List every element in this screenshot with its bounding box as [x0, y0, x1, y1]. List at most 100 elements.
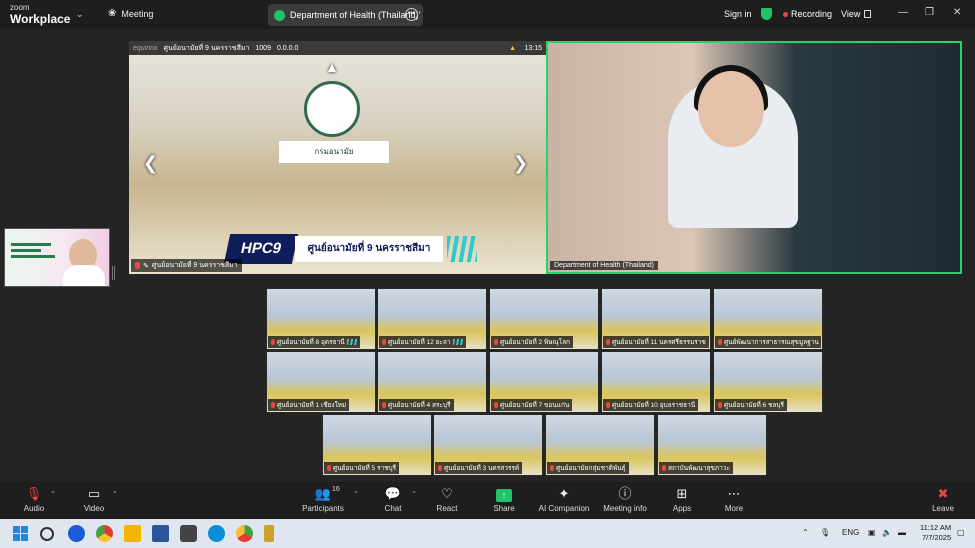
- security-shield-icon[interactable]: [761, 8, 772, 20]
- chat-button[interactable]: 💬 Chat: [378, 485, 408, 513]
- video-tile-hpc9[interactable]: กรมอนามัย equinox ศูนย์อนามัยที่ 9 นครรา…: [129, 41, 546, 274]
- video-button[interactable]: ▭ Video: [80, 485, 108, 513]
- react-button[interactable]: ♡ React: [431, 485, 463, 513]
- tile-name: ศูนย์อนามัยที่ 3 นครสวรรค์: [444, 465, 520, 472]
- ai-companion-button[interactable]: ✦ AI Companion: [536, 485, 592, 513]
- tile-stripes: [346, 339, 357, 345]
- mic-muted-icon: [135, 262, 140, 269]
- more-options-icon[interactable]: •••: [405, 8, 418, 21]
- pencil-app-icon[interactable]: [264, 525, 274, 542]
- mic-muted-icon: [606, 402, 610, 408]
- participants-options-chevron-icon[interactable]: ⌃: [353, 490, 359, 498]
- gallery-tile[interactable]: ศูนย์อนามัยที่ 11 นครศรีธรรมราช: [601, 288, 711, 350]
- gallery-tile[interactable]: ศูนย์อนามัยที่ 2 พิษณุโลก: [489, 288, 599, 350]
- logo-workplace-text: Workplace: [10, 12, 71, 26]
- sign-in-link[interactable]: Sign in: [724, 9, 752, 19]
- view-button[interactable]: View: [841, 9, 872, 19]
- gallery-tile[interactable]: ศูนย์อนามัยที่ 12 ยะลา: [377, 288, 487, 350]
- gallery-tile[interactable]: ศูนย์อนามัยที่ 4 สระบุรี: [377, 351, 487, 413]
- gallery-tile[interactable]: ศูนย์อนามัยที่ 7 ขอนแก่น: [489, 351, 599, 413]
- gallery-tile[interactable]: ศูนย์อนามัยที่ 1 เชียงใหม่: [266, 351, 376, 413]
- meeting-info-button[interactable]: ⓘ Meeting info: [600, 485, 650, 513]
- gallery-tile[interactable]: ศูนย์อนามัยกลุ่มชาติพันธุ์: [545, 414, 655, 476]
- chrome-profile-icon[interactable]: [236, 525, 253, 542]
- tile-label: ศูนย์อนามัยกลุ่มชาติพันธุ์: [547, 462, 629, 474]
- leave-button[interactable]: ✖ Leave: [928, 485, 958, 513]
- self-view-graphic: [11, 243, 59, 267]
- department-sign: กรมอนามัย: [279, 141, 389, 163]
- word-icon[interactable]: [152, 525, 169, 542]
- restore-icon[interactable]: ❐: [925, 7, 934, 18]
- recording-indicator[interactable]: Recording: [783, 9, 832, 19]
- video-stage: กรมอนามัย equinox ศูนย์อนามัยที่ 9 นครรา…: [0, 29, 975, 482]
- chevron-down-icon[interactable]: ⌄: [76, 9, 84, 20]
- apps-icon: ⊞: [676, 486, 688, 501]
- chat-options-chevron-icon[interactable]: ⌃: [411, 490, 417, 498]
- minimize-icon[interactable]: —: [898, 7, 908, 18]
- sparkle-icon: ✦: [558, 486, 570, 501]
- chat-icon: 💬: [384, 486, 402, 501]
- gallery-tile[interactable]: ศูนย์พัฒนาการสาธารณสุขมูลฐาน: [713, 288, 823, 350]
- share-button[interactable]: ↑ Share: [488, 485, 520, 513]
- tile-label: ศูนย์พัฒนาการสาธารณสุขมูลฐาน: [715, 336, 821, 348]
- windows-taskbar: ⌃ 🎙 ENG ▣ 🔈 ▬ 11:12 AM 7/7/2025 ▢: [0, 519, 975, 548]
- zoom-logo[interactable]: zoom Workplace: [10, 4, 71, 26]
- self-view-thumbnail[interactable]: [4, 228, 110, 287]
- leave-icon: ✖: [937, 486, 949, 501]
- video-tile-active-speaker[interactable]: Department of Health (Thailand): [546, 41, 962, 274]
- meeting-toolbar: 🎙 Audio ⌃ ▭ Video ⌃ 👥 Participants 16 ⌃ …: [0, 482, 975, 519]
- tile-label: ศูนย์อนามัยที่ 5 ราชบุรี: [324, 462, 400, 474]
- tile-name: ศูนย์อนามัยที่ 1 เชียงใหม่: [277, 402, 347, 409]
- clock-time: 11:12 AM: [920, 523, 952, 532]
- shield-icon: [274, 9, 285, 21]
- language-indicator[interactable]: ENG: [842, 528, 859, 537]
- view-label: View: [841, 9, 861, 19]
- gallery-tile[interactable]: ศูนย์อนามัยที่ 3 นครสวรรค์: [433, 414, 543, 476]
- participant-name: Department of Health (Thailand): [554, 262, 654, 269]
- mic-muted-icon: [550, 465, 554, 471]
- tile-name: ศูนย์อนามัยที่ 10 อุบลราชธานี: [612, 402, 696, 409]
- more-button[interactable]: ⋯ More: [720, 485, 748, 513]
- search-icon[interactable]: [40, 527, 54, 541]
- tile-label: ศูนย์อนามัยที่ 6 ชลบุรี: [715, 399, 787, 411]
- gallery-tile[interactable]: ศูนย์อนามัยที่ 10 อุบลราชธานี: [601, 351, 711, 413]
- zoom-app-icon[interactable]: [68, 525, 85, 542]
- tray-mic-icon[interactable]: 🎙: [820, 528, 830, 537]
- gallery-tile[interactable]: ศูนย์อนามัยที่ 6 ชลบุรี: [713, 351, 823, 413]
- edge-icon[interactable]: [208, 525, 225, 542]
- mic-muted-icon: [382, 402, 386, 408]
- meeting-info-label: Meeting info: [603, 504, 647, 513]
- audio-label: Audio: [23, 504, 45, 513]
- camera-icon: ▭: [87, 486, 101, 501]
- audio-options-chevron-icon[interactable]: ⌃: [50, 490, 56, 498]
- resize-handle[interactable]: [112, 266, 115, 280]
- windows-start-icon[interactable]: [13, 526, 28, 541]
- mic-muted-icon: [494, 339, 498, 345]
- battery-icon[interactable]: ▬: [898, 528, 906, 537]
- audio-button[interactable]: 🎙 Audio: [20, 485, 48, 513]
- volume-icon[interactable]: 🔈: [882, 528, 892, 537]
- chevron-left-icon: ❮: [143, 153, 159, 173]
- file-explorer-icon[interactable]: [124, 525, 141, 542]
- tile-label: ศูนย์อนามัยที่ 2 พิษณุโลก: [491, 336, 573, 348]
- info-icon: ⓘ: [618, 486, 632, 501]
- mic-muted-icon: [718, 339, 722, 345]
- gallery-tile[interactable]: สถาบันพัฒนาสุขภาวะ: [657, 414, 767, 476]
- meeting-title-tab[interactable]: Department of Health (Thailand)' •••: [268, 4, 423, 26]
- gallery-tile[interactable]: ศูนย์อนามัยที่ 5 ราชบุรี: [322, 414, 432, 476]
- gallery-tile[interactable]: ศูนย์อนามัยที่ 8 อุดรธานี: [266, 288, 376, 350]
- camera-app-icon[interactable]: [180, 525, 197, 542]
- tray-chevron-icon[interactable]: ⌃: [802, 528, 809, 537]
- network-icon[interactable]: ▣: [868, 528, 876, 537]
- system-clock[interactable]: 11:12 AM 7/7/2025: [920, 523, 951, 543]
- notification-icon[interactable]: ▢: [957, 528, 965, 537]
- osd-brand: equinox: [133, 44, 158, 52]
- department-emblem: [304, 81, 360, 137]
- meeting-menu-button[interactable]: ❀ Meeting: [108, 8, 153, 19]
- video-options-chevron-icon[interactable]: ⌃: [112, 490, 118, 498]
- hpc9-banner: HPC9 ศูนย์อนามัยที่ 9 นครราชสีมา: [223, 234, 487, 268]
- close-icon[interactable]: ✕: [953, 7, 961, 18]
- recording-dot-icon: [783, 11, 788, 17]
- apps-button[interactable]: ⊞ Apps: [668, 485, 696, 513]
- chrome-icon[interactable]: [96, 525, 113, 542]
